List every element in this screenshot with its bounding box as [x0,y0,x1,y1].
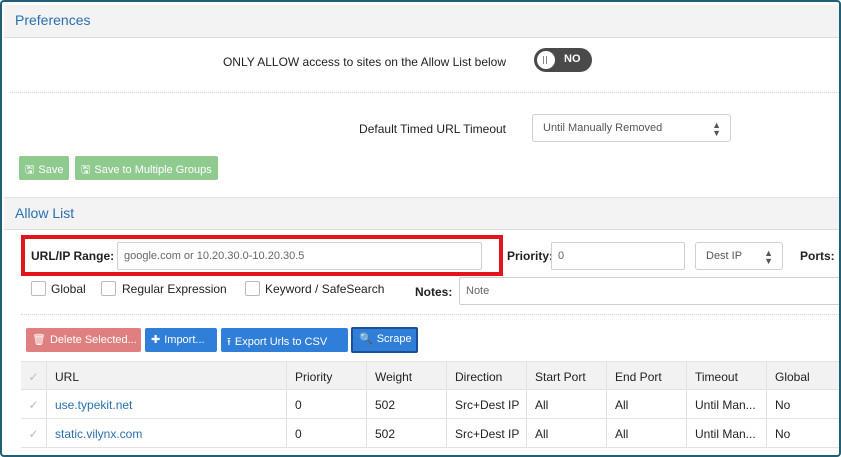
scrape-button[interactable]: 🔍 Scrape [351,327,418,353]
priority-cell: 0 [286,390,366,419]
timeout-cell: Until Man... [686,390,766,419]
divider [10,92,839,93]
row-check-icon[interactable]: ✓ [21,390,46,419]
column-header-priority[interactable]: Priority [286,362,366,391]
row-check-icon[interactable]: ✓ [21,419,46,448]
direction-select-value: Dest IP [706,250,743,262]
trash-icon: 🗑 [32,334,46,346]
table-row[interactable]: ✓ static.vilynx.com 0 502 Src+Dest IP Al… [21,419,839,448]
only-allow-label: ONLY ALLOW access to sites on the Allow … [222,55,506,69]
scrape-label: Scrape [376,333,412,345]
delete-selected-label: Delete Selected... [49,334,137,346]
end-port-cell: All [606,419,686,448]
column-header-global[interactable]: Global [766,362,839,391]
weight-cell: 502 [366,419,446,448]
toggle-knob-icon [537,51,555,69]
start-port-cell: All [526,390,606,419]
preferences-header: Preferences [4,5,839,38]
ports-label: Ports: [800,249,835,263]
save-button-label: Save [38,164,64,176]
table-row[interactable]: ✓ use.typekit.net 0 502 Src+Dest IP All … [21,390,839,419]
highlight-box [21,235,503,276]
end-port-cell: All [606,390,686,419]
direction-cell: Src+Dest IP [446,390,526,419]
import-label: Import... [164,334,205,346]
notes-label: Notes: [415,285,453,299]
column-header-url[interactable]: URL [46,362,286,391]
select-arrows-icon: ▲ ▼ [764,248,773,266]
global-cell: No [766,390,839,419]
delete-selected-button[interactable]: 🗑 Delete Selected... [26,328,141,352]
weight-cell: 502 [366,390,446,419]
toggle-state-text: NO [564,53,581,65]
column-header-direction[interactable]: Direction [446,362,526,391]
keyword-checkbox-label: Keyword / SafeSearch [265,282,385,296]
divider [21,314,839,315]
notes-input[interactable]: Note [459,277,839,305]
save-multiple-groups-button[interactable]: 🖫 Save to Multiple Groups [75,156,218,180]
start-port-cell: All [526,419,606,448]
save-icon: 🖫 [25,164,35,176]
save-icon: 🖫 [81,164,91,176]
column-header-start-port[interactable]: Start Port [526,362,606,391]
column-header-weight[interactable]: Weight [366,362,446,391]
priority-label: Priority: [507,249,554,263]
import-button[interactable]: ✚ Import... [145,328,217,352]
regex-checkbox-label: Regular Expression [122,282,227,296]
timeout-select[interactable]: Until Manually Removed ▲ ▼ [532,114,731,142]
select-arrows-icon: ▲ ▼ [712,120,721,138]
url-cell[interactable]: use.typekit.net [46,390,286,419]
priority-value: 0 [558,250,565,262]
app-frame: Preferences ONLY ALLOW access to sites o… [0,0,841,457]
search-icon: 🔍 [359,333,373,345]
export-icon: ⭱ [227,336,231,348]
column-header-end-port[interactable]: End Port [606,362,686,391]
timeout-cell: Until Man... [686,419,766,448]
timeout-select-value: Until Manually Removed [543,122,663,134]
save-multiple-label: Save to Multiple Groups [94,164,212,176]
global-cell: No [766,419,839,448]
keyword-checkbox[interactable] [245,281,260,296]
priority-input[interactable]: 0 [551,242,685,270]
allow-list-header: Allow List [4,197,839,230]
plus-icon: ✚ [151,334,161,346]
export-csv-button[interactable]: ⭱ Export Urls to CSV [221,328,348,352]
regex-checkbox[interactable] [101,281,116,296]
priority-cell: 0 [286,419,366,448]
only-allow-toggle[interactable]: NO [534,48,592,72]
save-button[interactable]: 🖫 Save [19,156,70,180]
url-cell[interactable]: static.vilynx.com [46,419,286,448]
global-checkbox[interactable] [31,281,46,296]
export-label: Export Urls to CSV [234,336,328,348]
column-header-timeout[interactable]: Timeout [686,362,766,391]
notes-placeholder: Note [466,285,490,297]
select-all-check-icon[interactable]: ✓ [21,362,46,391]
table-header-row: ✓ URL Priority Weight Direction Start Po… [21,361,839,391]
direction-cell: Src+Dest IP [446,419,526,448]
global-checkbox-label: Global [51,282,86,296]
direction-select[interactable]: Dest IP ▲ ▼ [695,242,783,270]
timeout-label: Default Timed URL Timeout [359,122,506,136]
